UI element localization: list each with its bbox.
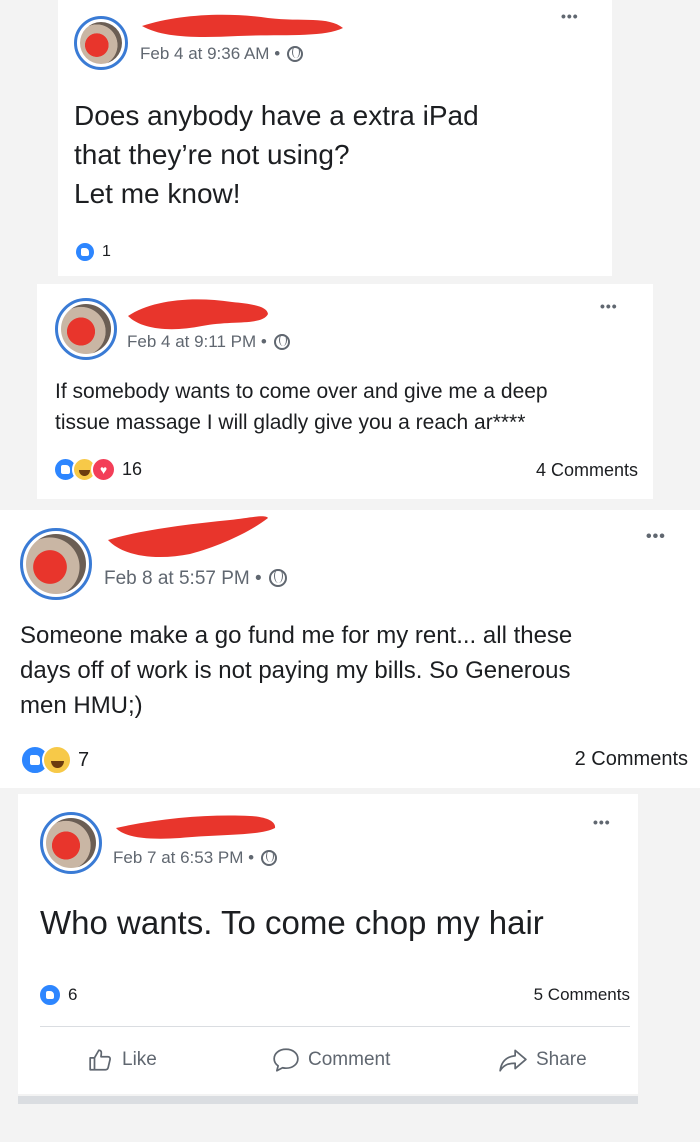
- comment-button-label: Comment: [308, 1049, 391, 1070]
- haha-reaction-icon: [42, 745, 72, 775]
- post-timestamp[interactable]: Feb 8 at 5:57 PM: [104, 568, 250, 589]
- post-meta: Feb 4 at 9:36 AM •: [140, 44, 303, 64]
- avatar[interactable]: [20, 528, 92, 600]
- more-options-button[interactable]: •••: [646, 528, 666, 546]
- globe-icon: [286, 46, 303, 62]
- avatar[interactable]: [55, 298, 117, 360]
- post-meta: Feb 7 at 6:53 PM •: [113, 848, 277, 868]
- reaction-count: 1: [102, 243, 111, 260]
- speech-bubble-icon: [273, 1048, 299, 1072]
- reactions-summary[interactable]: 7: [20, 745, 89, 775]
- reaction-count: 6: [68, 985, 78, 1004]
- comments-count-link[interactable]: 2 Comments: [575, 748, 688, 771]
- share-button[interactable]: Share: [498, 1047, 587, 1073]
- more-options-button[interactable]: •••: [561, 8, 579, 24]
- post-timestamp[interactable]: Feb 4 at 9:36 AM: [140, 44, 269, 63]
- action-bar-divider: [40, 1026, 630, 1027]
- meta-separator: •: [274, 44, 281, 63]
- reactions-summary[interactable]: 1: [74, 241, 111, 263]
- post-timestamp[interactable]: Feb 7 at 6:53 PM: [113, 848, 243, 867]
- reactions-summary[interactable]: 16: [53, 457, 142, 482]
- like-reaction-icon: [74, 241, 96, 263]
- comment-button[interactable]: Comment: [272, 1047, 390, 1073]
- globe-icon: [273, 334, 290, 350]
- post-card: Feb 8 at 5:57 PM • ••• Someone make a go…: [0, 510, 700, 788]
- more-options-button[interactable]: •••: [593, 814, 611, 830]
- globe-icon: [260, 850, 277, 866]
- reaction-count: 7: [78, 748, 90, 771]
- meta-separator: •: [248, 848, 255, 867]
- post-card: Feb 7 at 6:53 PM • ••• Who wants. To com…: [18, 794, 638, 1094]
- share-arrow-icon: [499, 1049, 527, 1072]
- thumbs-up-outline-icon: [89, 1049, 112, 1071]
- comments-count-link[interactable]: 5 Comments: [534, 985, 630, 1005]
- redacted-name: [108, 516, 268, 558]
- like-reaction-icon: [38, 983, 62, 1007]
- post-text: Does anybody have a extra iPad that they…: [74, 100, 479, 209]
- reactions-summary[interactable]: 6: [38, 983, 77, 1007]
- redacted-name: [116, 815, 276, 839]
- like-button[interactable]: Like: [88, 1047, 157, 1073]
- post-meta: Feb 4 at 9:11 PM •: [127, 332, 290, 352]
- post-card: Feb 4 at 9:36 AM • ••• Does anybody have…: [58, 0, 612, 276]
- reaction-count: 16: [122, 459, 143, 479]
- globe-icon: [268, 569, 287, 587]
- post-card: Feb 4 at 9:11 PM • ••• If somebody wants…: [37, 284, 653, 499]
- redacted-name: [128, 299, 268, 330]
- like-button-label: Like: [122, 1049, 157, 1070]
- love-reaction-icon: [91, 457, 116, 482]
- bottom-divider-bar: [18, 1096, 638, 1104]
- redacted-name: [142, 14, 343, 37]
- post-text: Who wants. To come chop my hair: [40, 904, 544, 941]
- post-text: Someone make a go fund me for my rent...…: [20, 622, 573, 719]
- post-meta: Feb 8 at 5:57 PM •: [104, 568, 287, 590]
- meta-separator: •: [260, 332, 267, 351]
- avatar[interactable]: [74, 16, 128, 70]
- avatar[interactable]: [40, 812, 102, 874]
- post-text: If somebody wants to come over and give …: [55, 380, 548, 434]
- comments-count-link[interactable]: 4 Comments: [536, 460, 638, 481]
- more-options-button[interactable]: •••: [600, 298, 618, 314]
- meta-separator: •: [255, 568, 262, 589]
- share-button-label: Share: [536, 1049, 587, 1070]
- post-timestamp[interactable]: Feb 4 at 9:11 PM: [127, 332, 256, 351]
